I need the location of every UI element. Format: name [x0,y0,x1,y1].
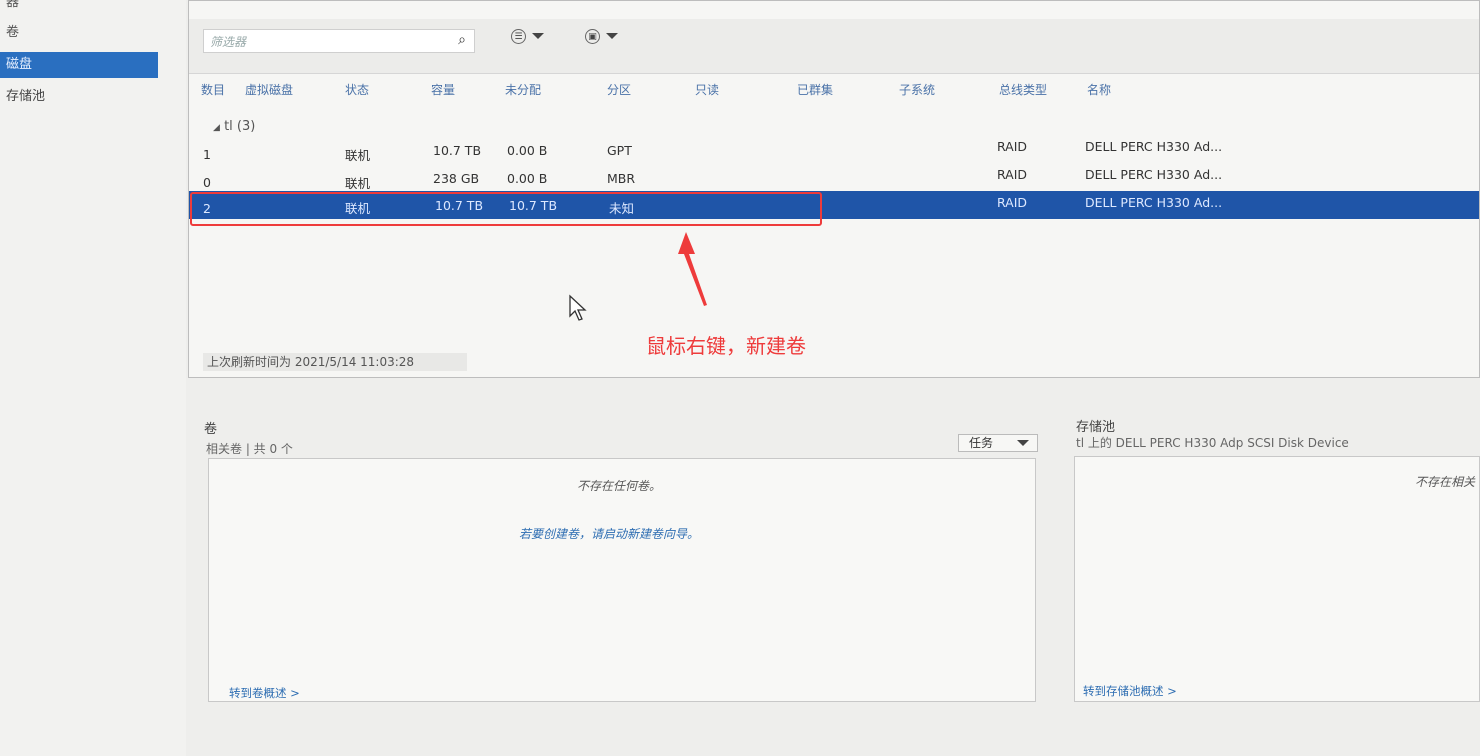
table-row[interactable]: 1 联机 10.7 TB 0.00 B GPT RAID DELL PERC H… [189,137,1479,163]
group-label: tl (3) [224,119,256,134]
cell-partition: GPT [607,143,632,158]
cell-capacity: 238 GB [433,171,480,186]
nav-item-storage-pools[interactable]: 存储池 [0,84,45,110]
nav-item-server[interactable]: 器 [0,0,19,16]
disk-panel: 筛选器 ⌕ ☰ ▣ 数目 虚拟磁盘 状态 容量 未分配 分区 只读 已群集 子系… [188,0,1480,378]
view-options-button[interactable]: ☰ [511,27,544,45]
col-capacity[interactable]: 容量 [431,81,455,98]
annotation-arrow-icon [678,232,707,306]
volumes-empty-message: 不存在任何卷。 [577,479,662,493]
goto-volumes-overview-link[interactable]: 转到卷概述 > [229,685,300,701]
search-icon[interactable]: ⌕ [458,32,466,48]
save-query-button[interactable]: ▣ [585,27,618,45]
cell-unallocated: 0.00 B [507,143,548,158]
cell-partition: MBR [607,171,636,186]
disk-toolbar: 筛选器 ⌕ ☰ ▣ [189,19,1479,74]
volumes-subtitle: 相关卷 | 共 0 个 [206,442,293,456]
cell-name: DELL PERC H330 Ad... [1085,167,1223,182]
chevron-down-icon [606,33,618,39]
col-status[interactable]: 状态 [345,81,369,98]
cell-status: 联机 [345,176,371,191]
group-header[interactable]: ◢ tl (3) [213,119,255,134]
mouse-cursor-icon [569,294,587,321]
col-unallocated[interactable]: 未分配 [505,81,541,98]
col-subsystem[interactable]: 子系统 [899,81,935,98]
col-number[interactable]: 数目 [201,81,225,98]
cell-bus: RAID [997,139,1028,154]
storage-pool-panel: 不存在相关 转到存储池概述 > [1074,456,1480,702]
storage-pool-title: 存储池 [1076,420,1116,435]
nav-item-disks[interactable]: 磁盘 [0,52,158,78]
tasks-dropdown[interactable]: 任务 [958,434,1038,452]
chevron-down-icon [1017,440,1029,446]
cell-unallocated: 0.00 B [507,171,548,186]
tasks-label: 任务 [969,436,994,450]
collapse-icon[interactable]: ◢ [213,123,220,133]
volumes-title: 卷 [204,422,218,437]
col-bus-type[interactable]: 总线类型 [999,81,1047,98]
filter-placeholder: 筛选器 [210,35,247,49]
left-nav: 器 卷 磁盘 存储池 [0,0,186,756]
table-row[interactable]: 0 联机 238 GB 0.00 B MBR RAID DELL PERC H3… [189,165,1479,191]
cell-bus: RAID [997,195,1028,210]
storage-pool-empty-message: 不存在相关 [1415,475,1476,489]
list-view-icon: ☰ [511,28,526,44]
annotation-text: 鼠标右键，新建卷 [646,334,806,358]
col-clustered[interactable]: 已群集 [797,81,833,98]
chevron-down-icon [532,33,544,39]
cell-status: 联机 [345,148,371,163]
column-headers: 数目 虚拟磁盘 状态 容量 未分配 分区 只读 已群集 子系统 总线类型 名称 [189,81,1479,101]
cell-bus: RAID [997,167,1028,182]
nav-item-volumes[interactable]: 卷 [0,20,19,46]
col-readonly[interactable]: 只读 [695,81,719,98]
cell-name: DELL PERC H330 Ad... [1085,195,1223,210]
cell-name: DELL PERC H330 Ad... [1085,139,1223,154]
cell-capacity: 10.7 TB [433,143,482,158]
col-virtual-disk[interactable]: 虚拟磁盘 [245,81,293,98]
col-name[interactable]: 名称 [1087,81,1111,98]
col-partition[interactable]: 分区 [607,81,631,98]
new-volume-wizard-link[interactable]: 若要创建卷，请启动新建卷向导。 [519,525,699,542]
cell-number: 0 [203,175,211,190]
cell-number: 1 [203,147,211,162]
volumes-panel: 不存在任何卷。 若要创建卷，请启动新建卷向导。 转到卷概述 > [208,458,1036,702]
goto-storage-pool-overview-link[interactable]: 转到存储池概述 > [1083,683,1177,699]
filter-input[interactable]: 筛选器 ⌕ [203,29,475,53]
storage-pool-subtitle: tl 上的 DELL PERC H330 Adp SCSI Disk Devic… [1076,436,1349,450]
annotation-highlight-box [190,192,822,226]
last-refresh-status: 上次刷新时间为 2021/5/14 11:03:28 [203,353,467,371]
save-icon: ▣ [585,28,600,44]
